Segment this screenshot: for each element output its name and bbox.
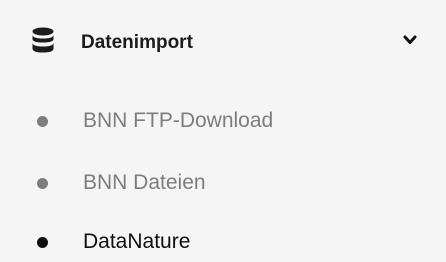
menu-item-label: DataNature bbox=[83, 230, 191, 253]
sidebar-section-datenimport: Datenimport BNN FTP-Download BNN Dateien… bbox=[0, 0, 446, 260]
section-title: Datenimport bbox=[81, 32, 193, 53]
chevron-down-icon[interactable] bbox=[403, 34, 417, 46]
bullet-icon bbox=[37, 178, 48, 189]
section-header-datenimport[interactable]: Datenimport bbox=[0, 22, 446, 68]
menu-item-bnn-dateien[interactable]: BNN Dateien bbox=[0, 163, 446, 203]
database-icon bbox=[32, 27, 54, 53]
bullet-icon bbox=[37, 116, 48, 127]
menu-item-label: BNN Dateien bbox=[83, 171, 206, 194]
bullet-icon bbox=[37, 237, 48, 248]
menu-item-label: BNN FTP-Download bbox=[83, 109, 274, 132]
menu-item-datanature[interactable]: DataNature bbox=[0, 222, 446, 262]
menu-item-bnn-ftp-download[interactable]: BNN FTP-Download bbox=[0, 101, 446, 141]
